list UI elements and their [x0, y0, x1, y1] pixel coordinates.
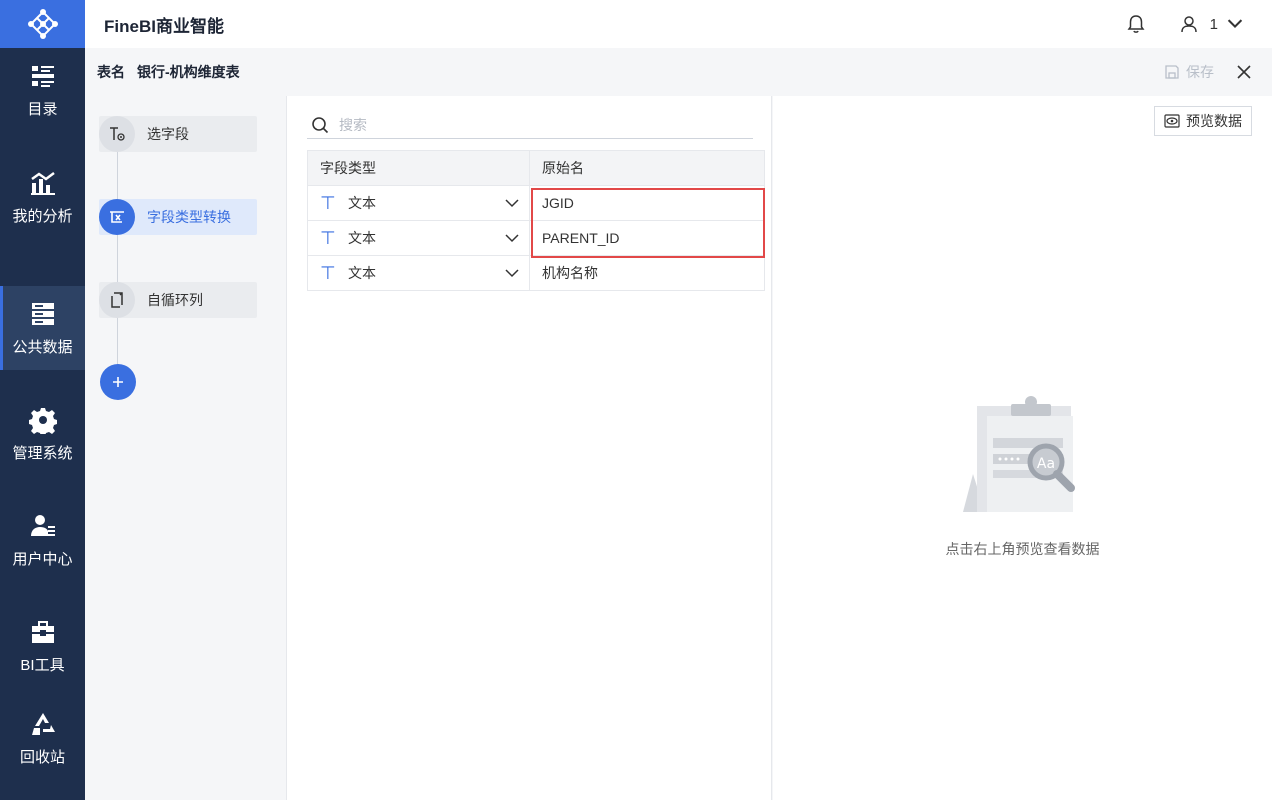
top-right-actions: 1 [1126, 0, 1244, 48]
nav-label: 目录 [27, 100, 58, 118]
toolbox-icon [31, 620, 54, 643]
preview-data-button[interactable]: 预览数据 [1154, 106, 1252, 136]
table-name-key: 表名 [97, 64, 125, 80]
save-button[interactable]: 保存 [1164, 62, 1214, 82]
text-type-icon: ⊤ [320, 262, 336, 283]
type-cell[interactable]: ⊤ 文本 [307, 255, 530, 291]
step-label: 选字段 [147, 126, 189, 142]
eye-icon [1164, 114, 1180, 128]
step-icon-wrap [99, 282, 135, 318]
empty-hint-text: 点击右上角预览查看数据 [945, 541, 1100, 557]
table-row: ⊤ 文本 机构名称 [307, 255, 765, 291]
search-bar [307, 112, 753, 139]
table-header: 表名 银行-机构维度表 保存 [85, 48, 1272, 96]
field-name-cell: JGID [529, 185, 765, 221]
top-bar: FineBI商业智能 1 [85, 0, 1272, 48]
step-select-field[interactable]: 选字段 [99, 116, 257, 152]
table-row: ⊤ 文本 PARENT_ID [307, 220, 765, 256]
type-cell[interactable]: ⊤ 文本 [307, 185, 530, 221]
gear-icon [28, 407, 57, 434]
illustration-text: Aa [1037, 456, 1055, 472]
add-step-button[interactable] [100, 364, 136, 400]
nav-item-analysis[interactable]: 我的分析 [0, 155, 85, 239]
field-name-cell: PARENT_ID [529, 220, 765, 256]
column-header-name: 原始名 [529, 150, 765, 186]
nav-label: 用户中心 [12, 550, 73, 568]
field-name-cell: 机构名称 [529, 255, 765, 291]
nav-label: 公共数据 [12, 338, 73, 356]
public-data-icon [31, 302, 54, 325]
nav-item-user-center[interactable]: 用户中心 [0, 498, 85, 582]
field-config-panel: 字段类型 原始名 ⊤ 文本 JGID ⊤ 文本 PARENT_ID ⊤ 文本 机构名称 [286, 96, 772, 800]
chevron-down-icon [505, 199, 519, 208]
search-icon [312, 117, 329, 134]
chevron-down-icon [505, 234, 519, 243]
step-icon-wrap [99, 199, 135, 235]
step-self-loop[interactable]: 自循环列 [99, 282, 257, 318]
type-dropdown[interactable]: ⊤ 文本 [320, 263, 529, 284]
select-field-icon [110, 127, 125, 141]
chevron-down-icon [505, 269, 519, 278]
nav-item-public-data[interactable]: 公共数据 [0, 286, 85, 370]
type-dropdown[interactable]: ⊤ 文本 [320, 193, 529, 214]
catalog-icon [31, 65, 54, 87]
nav-label: 管理系统 [12, 444, 73, 462]
empty-preview-illustration: Aa [963, 396, 1075, 512]
type-dropdown[interactable]: ⊤ 文本 [320, 228, 529, 249]
save-icon [1165, 65, 1179, 79]
nav-item-recycle[interactable]: 回收站 [0, 696, 85, 780]
text-type-icon: ⊤ [320, 192, 336, 213]
close-icon[interactable] [1236, 64, 1252, 80]
chevron-down-icon [1227, 19, 1243, 29]
type-label: 文本 [348, 265, 376, 281]
nav-item-admin[interactable]: 管理系统 [0, 392, 85, 476]
analysis-icon [30, 171, 55, 195]
save-label: 保存 [1186, 64, 1214, 80]
logo-icon [27, 9, 58, 39]
user-center-icon [30, 514, 55, 536]
bell-icon[interactable] [1126, 14, 1146, 34]
left-nav: 目录 我的分析 公共数据 管理系统 用户中心 BI工具 回收站 [0, 0, 85, 800]
steps-connector [117, 136, 118, 386]
step-icon-wrap [99, 116, 135, 152]
app-title: FineBI商业智能 [104, 16, 224, 36]
step-label: 字段类型转换 [147, 209, 231, 225]
user-menu[interactable]: 1 [1180, 15, 1244, 33]
table-row: ⊤ 文本 JGID [307, 185, 765, 221]
step-label: 自循环列 [147, 292, 203, 308]
preview-button-label: 预览数据 [1186, 113, 1242, 129]
plus-icon [113, 377, 123, 387]
nav-item-bi-tools[interactable]: BI工具 [0, 604, 85, 688]
step-type-convert[interactable]: 字段类型转换 [99, 199, 257, 235]
preview-panel: 预览数据 Aa 点击右上角预览查看数据 [773, 96, 1272, 800]
nav-item-catalog[interactable]: 目录 [0, 48, 85, 132]
type-convert-icon [110, 211, 124, 223]
text-type-icon: ⊤ [320, 227, 336, 248]
type-cell[interactable]: ⊤ 文本 [307, 220, 530, 256]
search-input[interactable] [339, 117, 719, 133]
steps-panel: 选字段 字段类型转换 自循环列 [85, 96, 273, 800]
type-label: 文本 [348, 230, 376, 246]
self-loop-icon [111, 292, 123, 308]
column-header-type: 字段类型 [307, 150, 530, 186]
table-name-value: 银行-机构维度表 [137, 64, 240, 80]
type-label: 文本 [348, 195, 376, 211]
field-table: 字段类型 原始名 ⊤ 文本 JGID ⊤ 文本 PARENT_ID ⊤ 文本 机构名称 [307, 150, 765, 291]
nav-label: BI工具 [20, 656, 65, 674]
nav-label: 回收站 [19, 748, 65, 766]
user-icon [1180, 16, 1197, 33]
recycle-icon [31, 712, 55, 735]
username: 1 [1209, 15, 1218, 33]
nav-label: 我的分析 [12, 207, 73, 225]
app-logo[interactable] [0, 0, 85, 48]
